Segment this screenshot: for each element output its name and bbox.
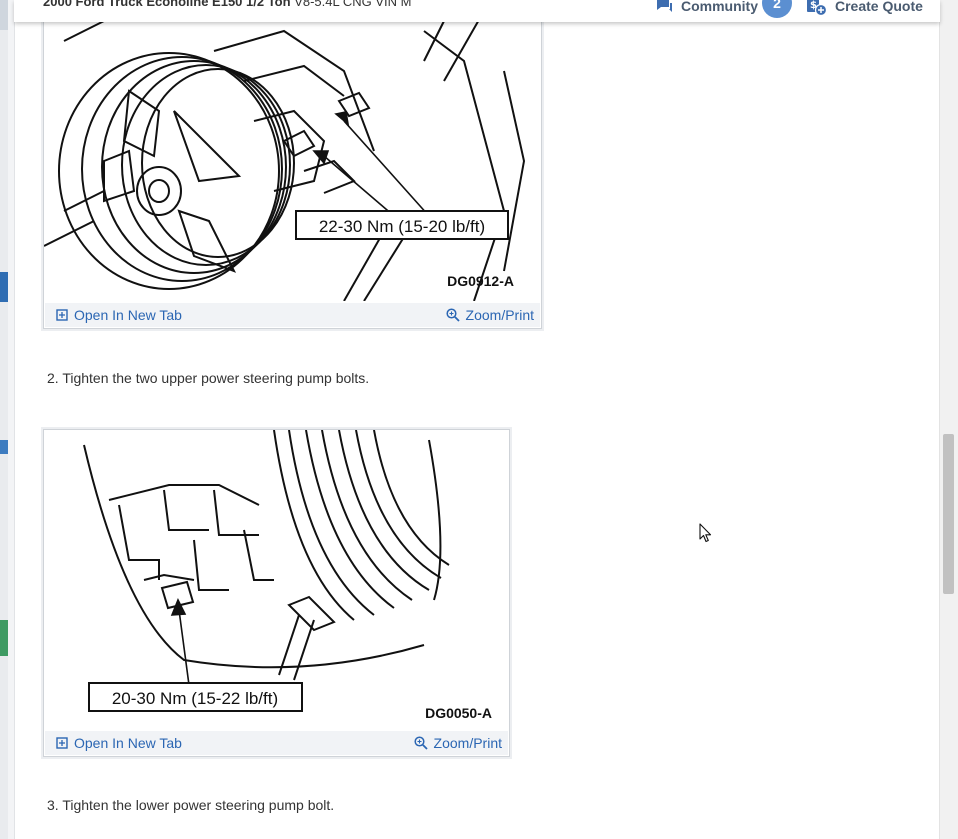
community-label: Community	[681, 0, 758, 14]
pump-pulley-diagram: 22-30 Nm (15-20 lb/ft) DG0912-A	[44, 11, 526, 301]
open-tab-label: Open In New Tab	[74, 307, 182, 323]
figure-dg0050: 20-30 Nm (15-22 lb/ft) DG0050-A Open In …	[43, 429, 510, 757]
open-tab-icon	[56, 309, 68, 321]
content-left-gutter	[8, 0, 15, 839]
figure-toolbar: Open In New Tab Zoom/Print	[45, 731, 508, 755]
zoom-print-link[interactable]: Zoom/Print	[445, 307, 534, 323]
window-left-edge	[0, 0, 8, 839]
open-tab-icon	[56, 737, 68, 749]
figure-toolbar: Open In New Tab Zoom/Print	[45, 303, 540, 327]
step-text: 2. Tighten the two upper power steering …	[47, 370, 370, 386]
vehicle-title-engine: V8-5.4L CNG VIN M	[290, 0, 412, 9]
open-in-new-tab-link[interactable]: Open In New Tab	[56, 307, 182, 323]
mouse-cursor-icon	[699, 523, 712, 543]
step-text: 3. Tighten the lower power steering pump…	[47, 797, 335, 813]
community-button[interactable]: Community 2	[656, 0, 792, 18]
open-in-new-tab-link[interactable]: Open In New Tab	[56, 735, 182, 751]
zoom-print-label: Zoom/Print	[465, 307, 534, 323]
figure-code: DG0050-A	[425, 705, 492, 721]
open-tab-label: Open In New Tab	[74, 735, 182, 751]
figure-code: DG0912-A	[447, 273, 514, 289]
create-quote-icon: $	[807, 0, 828, 16]
create-quote-button[interactable]: $ Create Quote	[806, 0, 923, 18]
community-chat-icon	[657, 0, 672, 12]
torque-label: 20-30 Nm (15-22 lb/ft)	[112, 689, 278, 708]
vehicle-title-bold: 2000 Ford Truck Econoline E150 1/2 Ton	[43, 0, 291, 9]
pump-bolt-diagram: 20-30 Nm (15-22 lb/ft) DG0050-A	[83, 430, 492, 721]
vehicle-title: 2000 Ford Truck Econoline E150 1/2 Ton V…	[43, 0, 411, 9]
page-scrollbar[interactable]	[939, 0, 958, 839]
zoom-icon	[445, 308, 460, 322]
zoom-print-link[interactable]: Zoom/Print	[413, 735, 502, 751]
figure-dg0912: 22-30 Nm (15-20 lb/ft) DG0912-A Open In …	[43, 10, 542, 329]
zoom-icon	[413, 736, 428, 750]
community-count-badge: 2	[762, 0, 792, 18]
scrollbar-thumb[interactable]	[943, 434, 954, 594]
sticky-header: 2000 Ford Truck Econoline E150 1/2 Ton V…	[14, 0, 940, 22]
zoom-print-label: Zoom/Print	[433, 735, 502, 751]
torque-label: 22-30 Nm (15-20 lb/ft)	[319, 217, 485, 236]
create-quote-label: Create Quote	[835, 0, 923, 14]
